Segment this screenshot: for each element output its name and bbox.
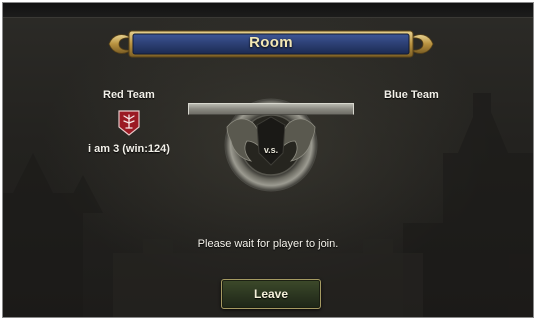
blue-team-label: Blue Team <box>384 89 439 101</box>
opponent-name-plate <box>188 103 354 115</box>
leave-button[interactable]: Leave <box>221 279 321 309</box>
game-window: Room Red Team Blue Team i am 3 (win:124) <box>2 2 534 318</box>
room-title-banner: Room <box>107 28 435 60</box>
waiting-status-message: Please wait for player to join. <box>197 238 339 250</box>
red-team-player: i am 3 (win:124) <box>88 143 170 155</box>
flame-crest-icon <box>118 110 140 136</box>
red-team-label: Red Team <box>103 89 155 101</box>
versus-label: v.s. <box>263 145 279 155</box>
room-title: Room <box>249 34 293 51</box>
